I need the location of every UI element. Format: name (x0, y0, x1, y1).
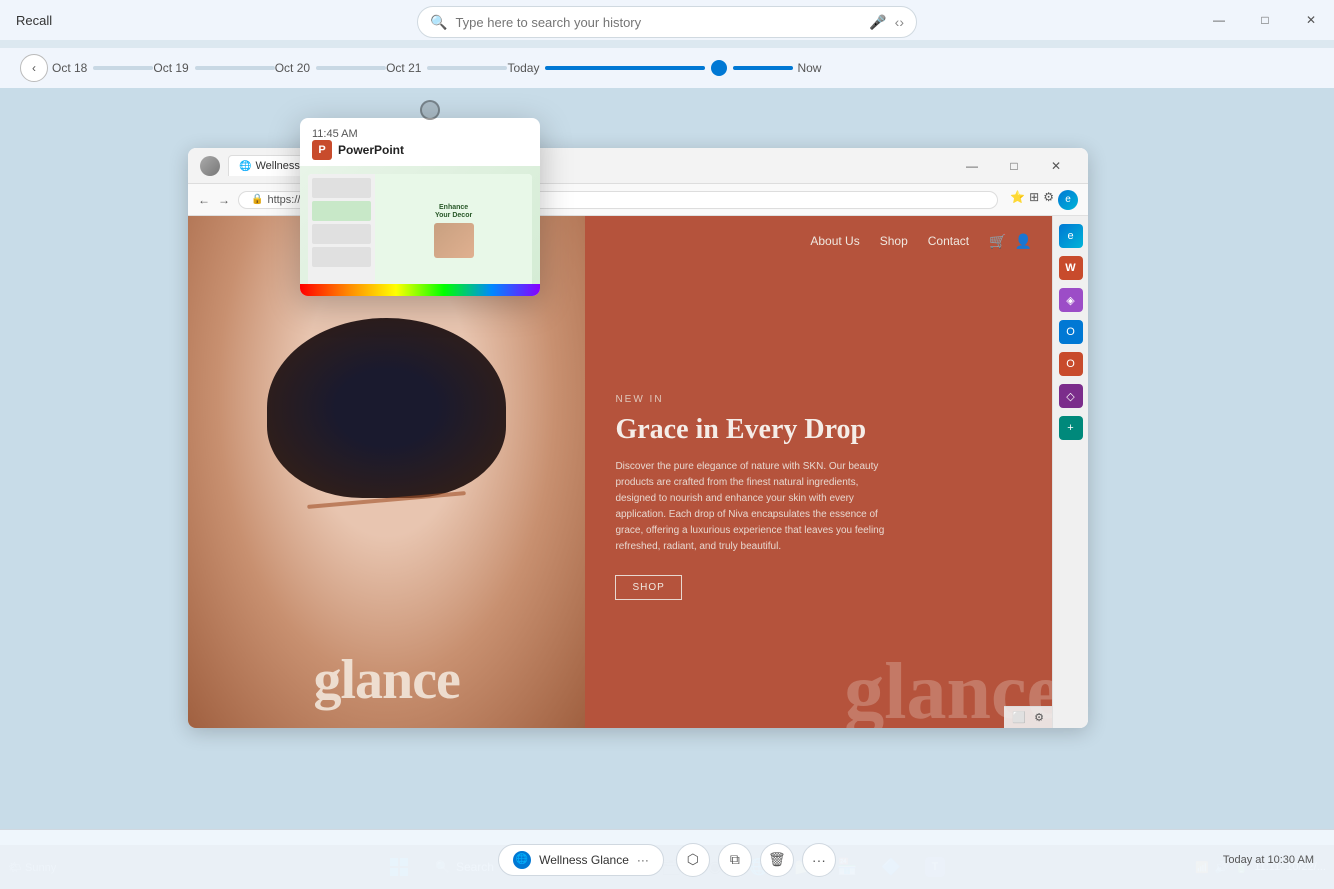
action-btn-more[interactable]: ··· (802, 843, 836, 877)
bottom-tab-label: Wellness Glance (539, 853, 629, 867)
timeline-back-button[interactable]: ‹ (20, 54, 48, 82)
edge-icon[interactable]: e (1058, 190, 1078, 210)
timeline-bar-today (545, 66, 705, 70)
maximize-button[interactable]: □ (1242, 0, 1288, 40)
browser-sidebar: e W ◈ O O ◇ + (1052, 216, 1088, 728)
ppt-popup-header: 11:45 AM P PowerPoint (300, 118, 540, 166)
sidebar-icon-4[interactable]: O (1059, 320, 1083, 344)
timeline-label-oct19: Oct 19 (153, 61, 188, 75)
timeline-bar-today-after (733, 66, 793, 70)
search-bar[interactable]: 🔍 🎤 ‹› (417, 6, 917, 38)
forward-button[interactable]: → (218, 193, 230, 207)
wellness-nav-icons: 🛒 👤 (989, 233, 1032, 250)
app-title: Recall (16, 13, 52, 28)
close-button[interactable]: ✕ (1288, 0, 1334, 40)
back-button[interactable]: ← (198, 193, 210, 207)
bottom-tab-browser-icon: 🌐 (513, 851, 531, 869)
browser-toolbar-icon-3[interactable]: ⚙ (1043, 190, 1054, 210)
ppt-app-name: PowerPoint (338, 143, 404, 157)
timeline-oct18[interactable]: Oct 18 (52, 61, 153, 75)
ppt-thumb-inner: EnhanceYour Decor (308, 174, 532, 288)
timeline-oct20[interactable]: Oct 20 (275, 61, 386, 75)
timeline-bar-oct21 (427, 66, 507, 70)
wellness-right-panel: About Us Shop Contact 🛒 👤 NEW IN Grace i… (585, 216, 1052, 728)
cart-icon[interactable]: 🛒 (989, 233, 1006, 250)
wellness-shop-button[interactable]: SHOP (615, 575, 681, 600)
timeline-today[interactable]: Today (507, 60, 793, 76)
timeline-now: Now (797, 61, 821, 75)
ppt-icon: P (312, 140, 332, 160)
action-btn-share[interactable]: ⬡ (676, 843, 710, 877)
wellness-content: NEW IN Grace in Every Drop Discover the … (585, 266, 1052, 728)
browser-bottom-bar: ⬜ ⚙ (1004, 706, 1052, 728)
browser-close[interactable]: ✕ (1036, 152, 1076, 180)
ppt-slide-title: EnhanceYour Decor (435, 204, 472, 221)
bottom-bar: 🌐 Wellness Glance ··· ⬡ ⧉ 🗑 ··· Today at… (0, 829, 1334, 889)
code-icon[interactable]: ‹› (895, 14, 904, 30)
search-input[interactable] (455, 15, 861, 30)
timeline-label-oct18: Oct 18 (52, 61, 87, 75)
timeline-bar-oct19 (195, 66, 275, 70)
timeline-bar-oct18 (93, 66, 153, 70)
ppt-rainbow (300, 284, 540, 296)
ppt-slide-3 (312, 224, 371, 244)
browser-avatar (200, 156, 220, 176)
screen-icon[interactable]: ⬜ (1012, 711, 1026, 724)
action-btn-copy[interactable]: ⧉ (718, 843, 752, 877)
browser-controls (200, 156, 220, 176)
user-icon[interactable]: 👤 (1015, 233, 1032, 250)
browser-toolbar-icon-2[interactable]: ⊞ (1029, 190, 1039, 210)
ppt-slide-1 (312, 178, 371, 198)
bottom-actions: ⬡ ⧉ 🗑 ··· (676, 843, 836, 877)
ppt-thumb-sidebar (308, 174, 375, 288)
wellness-nav: About Us Shop Contact 🛒 👤 (585, 216, 1052, 266)
bottom-tab-more[interactable]: ··· (637, 853, 649, 867)
ppt-thumb-main: EnhanceYour Decor (375, 174, 532, 288)
sidebar-icon-6[interactable]: ◇ (1059, 384, 1083, 408)
mic-icon[interactable]: 🎤 (869, 14, 886, 31)
browser-toolbar-icon-1[interactable]: ⭐ (1010, 190, 1025, 210)
wellness-nav-about[interactable]: About Us (810, 234, 859, 248)
ppt-popup[interactable]: 11:45 AM P PowerPoint EnhanceYour Decor (300, 118, 540, 296)
action-btn-delete[interactable]: 🗑 (760, 843, 794, 877)
sidebar-icon-office[interactable]: W (1059, 256, 1083, 280)
ppt-time: 11:45 AM (312, 128, 404, 140)
timeline-label-today: Today (507, 61, 539, 75)
sidebar-icon-edge[interactable]: e (1059, 224, 1083, 248)
timeline-label-oct21: Oct 21 (386, 61, 421, 75)
browser-minimize[interactable]: — (952, 152, 992, 180)
wellness-headline: Grace in Every Drop (615, 413, 1022, 447)
ppt-slide-image (434, 223, 474, 258)
sidebar-icon-7[interactable]: + (1059, 416, 1083, 440)
timeline-oct21[interactable]: Oct 21 (386, 61, 507, 75)
bottom-tab-wellness[interactable]: 🌐 Wellness Glance ··· (498, 844, 664, 876)
ppt-slide-2 (312, 201, 371, 221)
bottom-timestamp: Today at 10:30 AM (1223, 854, 1314, 866)
wellness-left-glance-text: glance (188, 652, 585, 708)
minimize-button[interactable]: — (1196, 0, 1242, 40)
ppt-app-row: P PowerPoint (312, 140, 404, 160)
browser-maximize[interactable]: □ (994, 152, 1034, 180)
wellness-nav-contact[interactable]: Contact (928, 234, 969, 248)
browser-toolbar: ⭐ ⊞ ⚙ e (1010, 190, 1078, 210)
wellness-new-in: NEW IN (615, 394, 1022, 405)
sidebar-icon-5[interactable]: O (1059, 352, 1083, 376)
main-content: 🌐 Wellness Glance ✕ — □ ✕ ← → 🔒 https://… (0, 88, 1334, 829)
timeline: ‹ Oct 18 Oct 19 Oct 20 Oct 21 Today Now (0, 48, 1334, 88)
title-bar: Recall 🔍 🎤 ‹› — □ ✕ (0, 0, 1334, 40)
timeline-oct19[interactable]: Oct 19 (153, 61, 274, 75)
search-icon: 🔍 (430, 14, 447, 31)
timeline-dot (711, 60, 727, 76)
ppt-thumbnail: EnhanceYour Decor (300, 166, 540, 296)
timeline-bar-oct20 (316, 66, 386, 70)
wellness-nav-shop[interactable]: Shop (880, 234, 908, 248)
sidebar-icon-3[interactable]: ◈ (1059, 288, 1083, 312)
title-bar-controls: — □ ✕ (1196, 0, 1334, 40)
ppt-slide-4 (312, 247, 371, 267)
settings-icon[interactable]: ⚙ (1034, 711, 1044, 724)
wellness-body: Discover the pure elegance of nature wit… (615, 459, 895, 555)
timeline-label-oct20: Oct 20 (275, 61, 310, 75)
